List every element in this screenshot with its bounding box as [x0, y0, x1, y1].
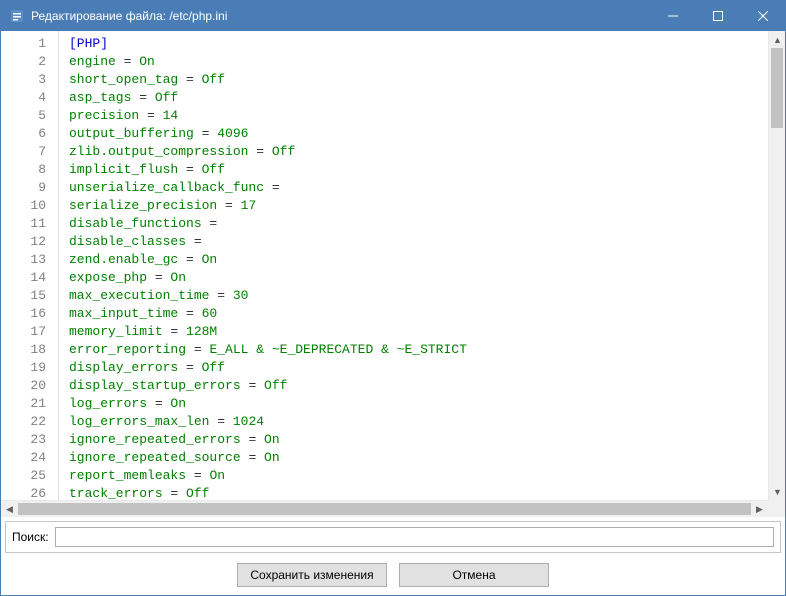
code-line[interactable]: output_buffering = 4096 — [69, 125, 768, 143]
close-button[interactable] — [740, 1, 785, 31]
scroll-down-arrow-icon[interactable]: ▼ — [769, 483, 785, 500]
code-line[interactable]: memory_limit = 128M — [69, 323, 768, 341]
line-number: 20 — [1, 377, 58, 395]
code-line[interactable]: [PHP] — [69, 35, 768, 53]
code-line[interactable]: unserialize_callback_func = — [69, 179, 768, 197]
code-line[interactable]: ignore_repeated_source = On — [69, 449, 768, 467]
line-number: 12 — [1, 233, 58, 251]
app-icon — [9, 8, 25, 24]
titlebar: Редактирование файла: /etc/php.ini — [1, 1, 785, 31]
search-input[interactable] — [55, 527, 774, 547]
line-number: 6 — [1, 125, 58, 143]
line-number: 14 — [1, 269, 58, 287]
horizontal-scroll-thumb[interactable] — [18, 503, 751, 515]
code-line[interactable]: error_reporting = E_ALL & ~E_DEPRECATED … — [69, 341, 768, 359]
line-number: 5 — [1, 107, 58, 125]
line-number: 4 — [1, 89, 58, 107]
line-number: 2 — [1, 53, 58, 71]
code-line[interactable]: zlib.output_compression = Off — [69, 143, 768, 161]
line-number: 11 — [1, 215, 58, 233]
line-number: 21 — [1, 395, 58, 413]
line-number: 13 — [1, 251, 58, 269]
minimize-button[interactable] — [650, 1, 695, 31]
code-line[interactable]: log_errors = On — [69, 395, 768, 413]
line-number: 18 — [1, 341, 58, 359]
line-number: 10 — [1, 197, 58, 215]
line-number: 17 — [1, 323, 58, 341]
button-bar: Сохранить изменения Отмена — [1, 557, 785, 595]
line-number: 3 — [1, 71, 58, 89]
horizontal-scrollbar[interactable]: ◀ ▶ — [1, 500, 768, 517]
line-number: 8 — [1, 161, 58, 179]
save-button[interactable]: Сохранить изменения — [237, 563, 387, 587]
code-line[interactable]: expose_php = On — [69, 269, 768, 287]
line-number: 26 — [1, 485, 58, 500]
line-number: 9 — [1, 179, 58, 197]
code-line[interactable]: display_startup_errors = Off — [69, 377, 768, 395]
code-line[interactable]: max_execution_time = 30 — [69, 287, 768, 305]
cancel-button[interactable]: Отмена — [399, 563, 549, 587]
code-line[interactable]: ignore_repeated_errors = On — [69, 431, 768, 449]
vertical-scroll-thumb[interactable] — [771, 48, 783, 128]
line-number: 1 — [1, 35, 58, 53]
line-number: 25 — [1, 467, 58, 485]
line-number: 22 — [1, 413, 58, 431]
line-number: 24 — [1, 449, 58, 467]
scroll-up-arrow-icon[interactable]: ▲ — [769, 31, 785, 48]
code-line[interactable]: display_errors = Off — [69, 359, 768, 377]
search-bar: Поиск: — [5, 521, 781, 553]
search-label: Поиск: — [12, 530, 49, 544]
code-line[interactable]: short_open_tag = Off — [69, 71, 768, 89]
line-number-gutter: 1234567891011121314151617181920212223242… — [1, 31, 59, 500]
code-line[interactable]: implicit_flush = Off — [69, 161, 768, 179]
line-number: 16 — [1, 305, 58, 323]
window-title: Редактирование файла: /etc/php.ini — [31, 9, 650, 23]
code-line[interactable]: serialize_precision = 17 — [69, 197, 768, 215]
line-number: 19 — [1, 359, 58, 377]
code-line[interactable]: disable_functions = — [69, 215, 768, 233]
line-number: 23 — [1, 431, 58, 449]
maximize-button[interactable] — [695, 1, 740, 31]
code-line[interactable]: zend.enable_gc = On — [69, 251, 768, 269]
vertical-scrollbar[interactable]: ▲ ▼ — [768, 31, 785, 500]
code-line[interactable]: track_errors = Off — [69, 485, 768, 500]
code-line[interactable]: disable_classes = — [69, 233, 768, 251]
scrollbar-corner — [768, 500, 785, 517]
code-line[interactable]: engine = On — [69, 53, 768, 71]
code-line[interactable]: log_errors_max_len = 1024 — [69, 413, 768, 431]
line-number: 15 — [1, 287, 58, 305]
scroll-left-arrow-icon[interactable]: ◀ — [1, 501, 18, 518]
code-line[interactable]: max_input_time = 60 — [69, 305, 768, 323]
code-area[interactable]: [PHP]engine = Onshort_open_tag = Offasp_… — [59, 31, 768, 500]
editor[interactable]: 1234567891011121314151617181920212223242… — [1, 31, 785, 500]
window-controls — [650, 1, 785, 31]
code-line[interactable]: asp_tags = Off — [69, 89, 768, 107]
line-number: 7 — [1, 143, 58, 161]
code-line[interactable]: report_memleaks = On — [69, 467, 768, 485]
code-line[interactable]: precision = 14 — [69, 107, 768, 125]
scroll-right-arrow-icon[interactable]: ▶ — [751, 501, 768, 518]
